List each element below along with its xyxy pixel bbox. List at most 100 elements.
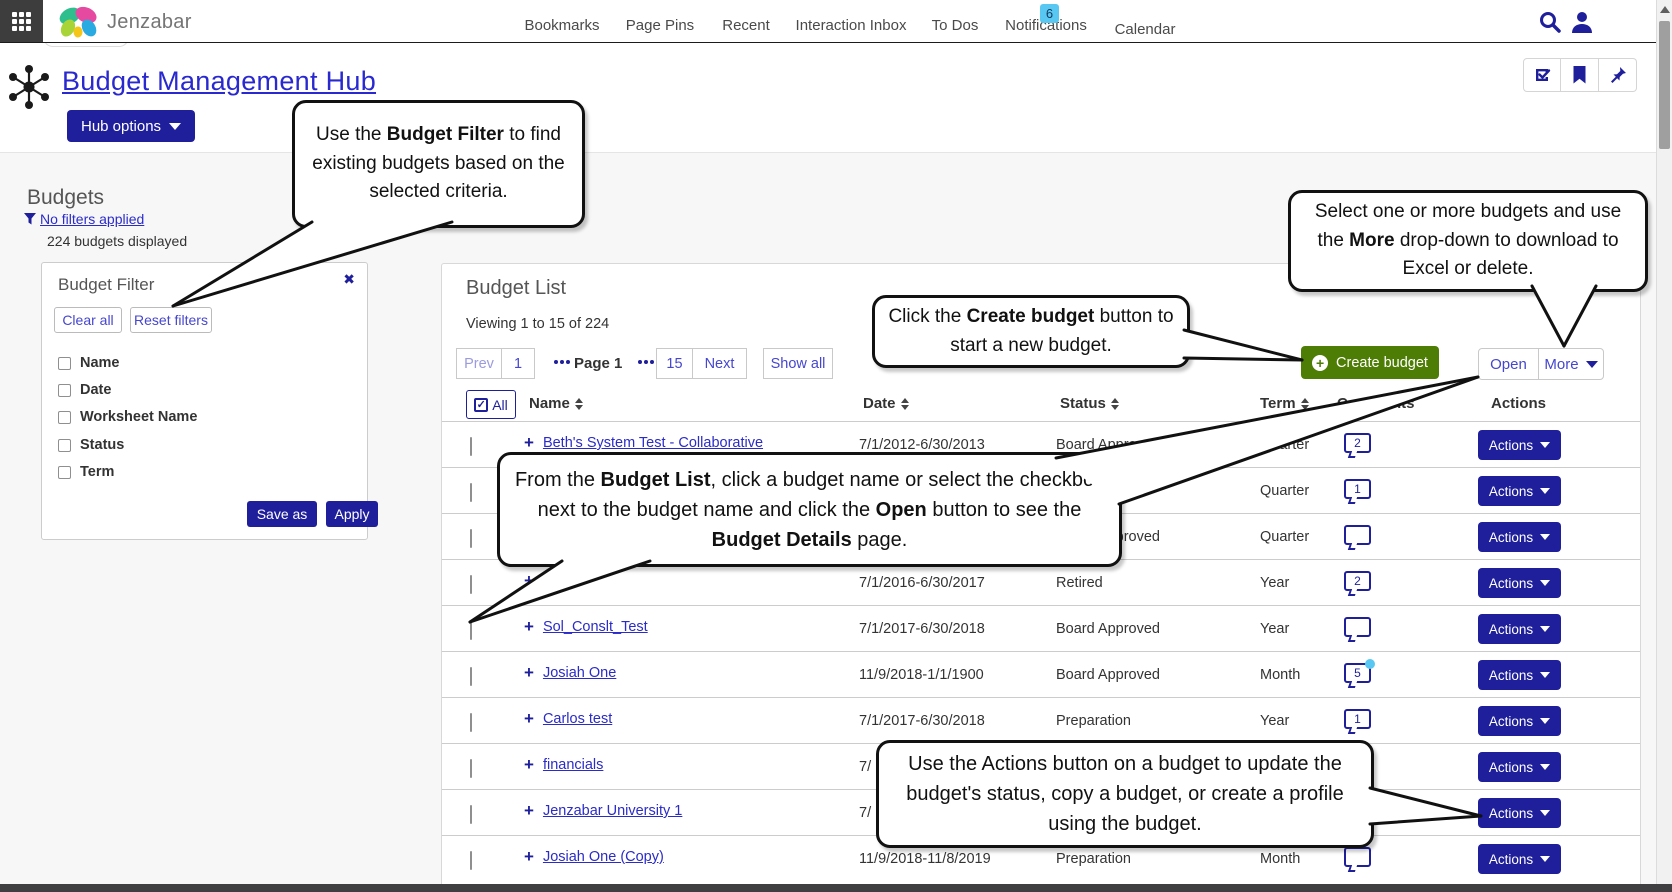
- nav-to-dos[interactable]: To Dos: [932, 17, 979, 34]
- nav-calendar[interactable]: Calendar: [1115, 21, 1176, 38]
- nav-bookmarks[interactable]: Bookmarks: [524, 17, 599, 34]
- row-actions-button[interactable]: Actions: [1478, 844, 1561, 874]
- select-all-button[interactable]: ✓ All: [466, 390, 516, 419]
- select-check-button[interactable]: [1523, 58, 1561, 92]
- save-as-button[interactable]: Save as: [247, 501, 317, 527]
- row-actions-button[interactable]: Actions: [1478, 568, 1561, 598]
- row-checkbox[interactable]: [470, 529, 472, 548]
- show-all-button[interactable]: Show all: [763, 348, 833, 379]
- comments-icon[interactable]: 1: [1344, 709, 1371, 729]
- expand-plus-icon[interactable]: +: [524, 850, 534, 864]
- worksheet-name-checkbox[interactable]: [58, 411, 71, 424]
- comment-tail: [1348, 727, 1357, 734]
- comment-count: 1: [1346, 712, 1369, 726]
- column-header-status[interactable]: Status: [1060, 395, 1119, 412]
- close-icon[interactable]: ✖: [343, 271, 355, 288]
- comments-icon[interactable]: 1: [1344, 479, 1371, 499]
- budget-status: Board Approved: [1056, 437, 1160, 453]
- row-actions-button[interactable]: Actions: [1478, 614, 1561, 644]
- column-header-term[interactable]: Term: [1260, 395, 1309, 412]
- pin-button[interactable]: [1599, 58, 1637, 92]
- scrollbar-thumb[interactable]: [1659, 21, 1670, 149]
- expand-plus-icon[interactable]: +: [524, 574, 534, 588]
- search-icon[interactable]: [1538, 10, 1562, 34]
- clear-all-button[interactable]: Clear all: [54, 307, 122, 333]
- comments-icon[interactable]: [1344, 847, 1371, 867]
- row-checkbox[interactable]: [470, 713, 472, 732]
- budget-name-link[interactable]: Jenzabar University 1: [543, 803, 682, 819]
- apply-button[interactable]: Apply: [326, 501, 378, 527]
- row-checkbox[interactable]: [470, 851, 472, 870]
- row-checkbox[interactable]: [470, 805, 472, 824]
- expand-plus-icon[interactable]: +: [524, 666, 534, 680]
- row-checkbox[interactable]: [470, 575, 472, 594]
- app-grid-menu-button[interactable]: [0, 0, 43, 42]
- chevron-down-icon: [1540, 626, 1550, 632]
- hub-options-button[interactable]: Hub options: [67, 110, 195, 142]
- more-dropdown-button[interactable]: More: [1538, 348, 1604, 380]
- row-actions-button[interactable]: Actions: [1478, 706, 1561, 736]
- row-actions-button[interactable]: Actions: [1478, 430, 1561, 460]
- create-budget-button[interactable]: + Create budget: [1301, 346, 1439, 379]
- name-checkbox[interactable]: [58, 357, 71, 370]
- budget-name-link[interactable]: Beth's System Test - Collaborative: [543, 435, 763, 451]
- term-checkbox[interactable]: [58, 466, 71, 479]
- comments-icon[interactable]: 2: [1344, 433, 1371, 453]
- actions-label: Actions: [1489, 806, 1533, 821]
- expand-plus-icon[interactable]: +: [524, 712, 534, 726]
- row-actions-button[interactable]: Actions: [1478, 798, 1561, 828]
- row-checkbox[interactable]: [470, 483, 472, 502]
- actions-label: Actions: [1489, 438, 1533, 453]
- row-actions-button[interactable]: Actions: [1478, 476, 1561, 506]
- comment-tail: [1348, 865, 1357, 872]
- open-button[interactable]: Open: [1478, 348, 1539, 380]
- budget-name-link[interactable]: Carlos test: [543, 711, 612, 727]
- page-size-button[interactable]: 15: [656, 348, 693, 379]
- expand-plus-icon[interactable]: +: [524, 620, 534, 634]
- budget-term: Year: [1260, 575, 1289, 591]
- nav-interaction-inbox[interactable]: Interaction Inbox: [796, 17, 907, 34]
- filter-funnel-icon: [23, 212, 37, 226]
- status-checkbox[interactable]: [58, 439, 71, 452]
- comments-icon[interactable]: 5: [1344, 663, 1371, 683]
- budget-name-link[interactable]: Josiah One (Copy): [543, 849, 664, 865]
- scroll-up-arrow-icon[interactable]: [1660, 6, 1670, 13]
- comments-icon[interactable]: [1344, 617, 1371, 637]
- budget-name-link[interactable]: Josiah One: [543, 665, 616, 681]
- comments-header-label: Comments: [1337, 395, 1415, 412]
- chevron-down-icon: [1540, 718, 1550, 724]
- budget-status: Preparation: [1056, 713, 1131, 729]
- user-profile-icon[interactable]: [1570, 10, 1594, 34]
- nav-recent[interactable]: Recent: [722, 17, 770, 34]
- callout-actions-button: Use the Actions button on a budget to up…: [876, 740, 1374, 848]
- expand-plus-icon[interactable]: +: [524, 804, 534, 818]
- prev-page-button[interactable]: Prev: [456, 348, 502, 379]
- reset-filters-button[interactable]: Reset filters: [130, 307, 212, 333]
- comments-icon[interactable]: 2: [1344, 571, 1371, 591]
- row-actions-button[interactable]: Actions: [1478, 752, 1561, 782]
- expand-plus-icon[interactable]: +: [524, 436, 534, 450]
- row-checkbox[interactable]: [470, 621, 472, 640]
- row-checkbox[interactable]: [470, 437, 472, 456]
- row-checkbox[interactable]: [470, 759, 472, 778]
- budget-name-link[interactable]: financials: [543, 757, 603, 773]
- column-header-date[interactable]: Date: [863, 395, 909, 412]
- chevron-down-icon: [1540, 764, 1550, 770]
- vertical-scrollbar[interactable]: [1656, 0, 1672, 892]
- page-1-button[interactable]: 1: [501, 348, 535, 379]
- budget-name-link[interactable]: Sol_Conslt_Test: [543, 619, 648, 635]
- column-header-name[interactable]: Name: [529, 395, 583, 412]
- no-filters-applied-link[interactable]: No filters applied: [40, 211, 144, 227]
- page-title-link[interactable]: Budget Management Hub: [62, 66, 376, 97]
- budget-name-link[interactable]: EX B: [543, 573, 576, 589]
- bookmark-button[interactable]: [1561, 58, 1599, 92]
- row-checkbox[interactable]: [470, 667, 472, 686]
- callout-budget-list: From the Budget List, click a budget nam…: [497, 452, 1122, 567]
- date-checkbox[interactable]: [58, 384, 71, 397]
- expand-plus-icon[interactable]: +: [524, 758, 534, 772]
- nav-page-pins[interactable]: Page Pins: [626, 17, 694, 34]
- row-actions-button[interactable]: Actions: [1478, 522, 1561, 552]
- comments-icon[interactable]: [1344, 525, 1371, 545]
- next-page-button[interactable]: Next: [692, 348, 747, 379]
- row-actions-button[interactable]: Actions: [1478, 660, 1561, 690]
